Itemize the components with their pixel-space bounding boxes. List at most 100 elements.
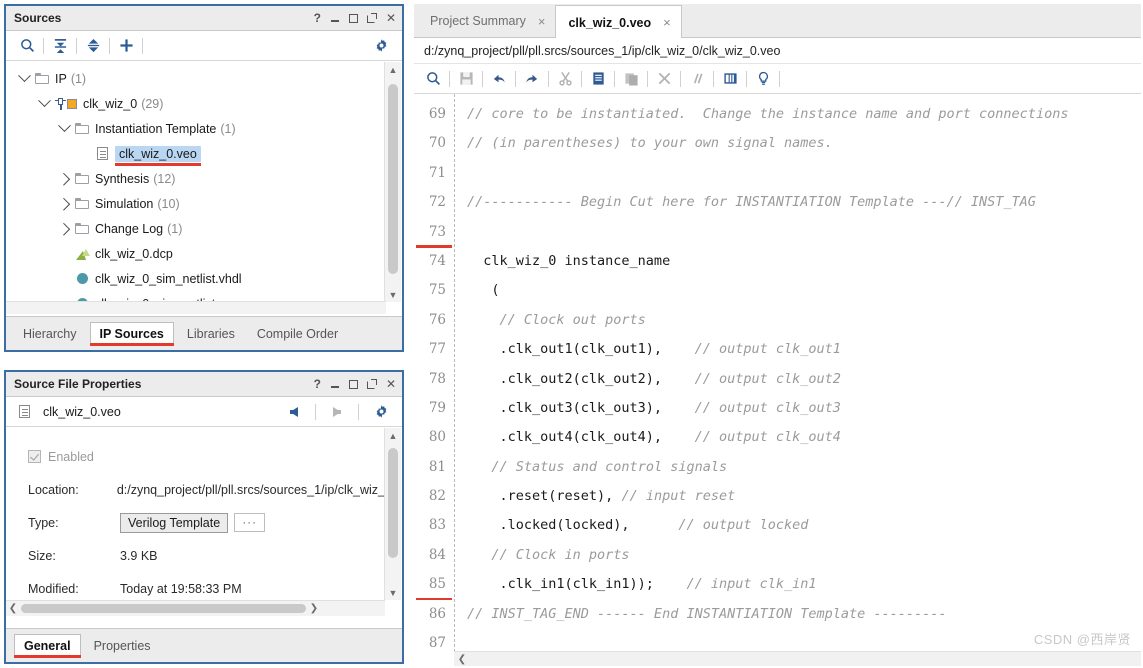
tree-item[interactable]: Instantiation Template (1) <box>6 116 385 141</box>
scroll-thumb[interactable] <box>388 84 398 274</box>
tree-item[interactable]: Simulation (10) <box>6 191 385 216</box>
scroll-down-arrow[interactable]: ▼ <box>385 585 401 600</box>
tree-item[interactable]: Change Log (1) <box>6 216 385 241</box>
scroll-thumb[interactable] <box>21 604 306 613</box>
save-icon[interactable] <box>453 67 479 91</box>
redo-icon[interactable] <box>519 67 545 91</box>
tree-item-label[interactable]: Simulation <box>95 197 153 211</box>
code-line[interactable]: // Clock out ports <box>455 306 1141 335</box>
column-view-icon[interactable] <box>717 67 743 91</box>
expand-all-icon[interactable] <box>80 34 106 58</box>
forward-button[interactable] <box>325 401 349 423</box>
float-icon[interactable] <box>366 13 377 23</box>
close-icon[interactable]: ✕ <box>386 378 396 390</box>
tree-item[interactable]: clk_wiz_0 (29) <box>6 91 385 116</box>
help-icon[interactable]: ? <box>314 378 321 390</box>
cut-icon[interactable] <box>552 67 578 91</box>
code-line[interactable]: .clk_out4(clk_out4), // output clk_out4 <box>455 423 1141 452</box>
tree-item-label[interactable]: clk_wiz_0.dcp <box>95 247 173 261</box>
close-icon[interactable]: × <box>538 14 546 29</box>
tab-properties[interactable]: Properties <box>85 635 160 657</box>
chevron-right-icon[interactable] <box>56 172 72 186</box>
help-icon[interactable]: ? <box>314 12 321 24</box>
settings-gear-icon[interactable] <box>368 400 394 424</box>
properties-vertical-scrollbar[interactable]: ▲ ▼ <box>384 428 401 600</box>
scroll-down-arrow[interactable]: ▼ <box>385 287 401 302</box>
tree-item-label[interactable]: clk_wiz_0.veo <box>115 145 201 166</box>
code-line[interactable]: // Status and control signals <box>455 453 1141 482</box>
hint-bulb-icon[interactable] <box>750 67 776 91</box>
maximize-icon[interactable] <box>348 13 358 23</box>
float-icon[interactable] <box>366 379 377 389</box>
scroll-right-arrow[interactable]: ❯ <box>307 603 321 614</box>
sources-vertical-scrollbar[interactable]: ▲ ▼ <box>384 62 401 302</box>
add-sources-icon[interactable] <box>113 34 139 58</box>
close-icon[interactable]: × <box>663 15 671 30</box>
code-line[interactable]: .clk_in1(clk_in1)); // input clk_in1 <box>455 570 1141 599</box>
tree-item-label[interactable]: clk_wiz_0 <box>83 97 137 111</box>
scroll-left-arrow[interactable]: ❮ <box>6 603 20 614</box>
chevron-down-icon[interactable] <box>16 69 32 83</box>
scroll-up-arrow[interactable]: ▲ <box>385 428 401 443</box>
paste-icon[interactable] <box>618 67 644 91</box>
editor-horizontal-scrollbar[interactable]: ❮ <box>454 651 1141 666</box>
editor-tab[interactable]: clk_wiz_0.veo × <box>555 5 682 38</box>
search-icon[interactable] <box>14 34 40 58</box>
code-line[interactable]: // core to be instantiated. Change the i… <box>455 100 1141 129</box>
code-area[interactable]: 69 70 71 72 73 74 75 76 77 78 79 80 81 82 83 84 85 86 87 /… <box>414 94 1141 652</box>
code-lines[interactable]: // core to be instantiated. Change the i… <box>454 94 1141 652</box>
code-line[interactable]: .clk_out3(clk_out3), // output clk_out3 <box>455 394 1141 423</box>
code-line[interactable]: // INST_TAG_END ------ End INSTANTIATION… <box>455 600 1141 629</box>
code-line[interactable] <box>455 218 1141 247</box>
code-line[interactable]: clk_wiz_0 instance_name <box>455 247 1141 276</box>
scroll-up-arrow[interactable]: ▲ <box>385 62 401 77</box>
tab-compile-order[interactable]: Compile Order <box>248 323 347 345</box>
maximize-icon[interactable] <box>348 379 358 389</box>
code-line[interactable]: // (in parentheses) to your own signal n… <box>455 129 1141 158</box>
tree-item[interactable]: clk_wiz_0.dcp <box>6 241 385 266</box>
code-line[interactable] <box>455 159 1141 188</box>
tab-libraries[interactable]: Libraries <box>178 323 244 345</box>
scroll-thumb[interactable] <box>388 448 398 558</box>
tree-item[interactable]: Synthesis (12) <box>6 166 385 191</box>
chevron-down-icon[interactable] <box>36 94 52 108</box>
minimize-icon[interactable] <box>330 13 340 24</box>
copy-icon[interactable] <box>585 67 611 91</box>
chevron-right-icon[interactable] <box>56 222 72 236</box>
tab-hierarchy[interactable]: Hierarchy <box>14 323 86 345</box>
close-icon[interactable]: ✕ <box>386 12 396 24</box>
undo-icon[interactable] <box>486 67 512 91</box>
tree-item-label[interactable]: Instantiation Template <box>95 122 216 136</box>
collapse-all-icon[interactable] <box>47 34 73 58</box>
tree-item-label[interactable]: Change Log <box>95 222 163 236</box>
back-button[interactable] <box>282 401 306 423</box>
chevron-right-icon[interactable] <box>56 197 72 211</box>
code-line[interactable]: // Clock in ports <box>455 541 1141 570</box>
tree-item-label[interactable]: clk_wiz_0_sim_netlist.vhdl <box>95 272 242 286</box>
type-combo[interactable]: Verilog Template <box>120 512 229 533</box>
code-line[interactable]: ( <box>455 276 1141 305</box>
scroll-left-arrow[interactable]: ❮ <box>454 654 470 665</box>
settings-gear-icon[interactable] <box>368 34 394 58</box>
code-line[interactable]: .clk_out2(clk_out2), // output clk_out2 <box>455 365 1141 394</box>
tree-item[interactable]: clk_wiz_0_sim_netlist.vhdl <box>6 266 385 291</box>
editor-tab[interactable]: Project Summary × <box>418 4 555 37</box>
code-line[interactable]: .clk_out1(clk_out1), // output clk_out1 <box>455 335 1141 364</box>
properties-horizontal-scrollbar[interactable]: ❮ ❯ <box>6 600 385 616</box>
tab-ip-sources[interactable]: IP Sources <box>89 321 174 346</box>
tree-item-label[interactable]: IP <box>55 72 67 86</box>
toggle-comment-icon[interactable] <box>684 67 710 91</box>
code-line[interactable]: .reset(reset), // input reset <box>455 482 1141 511</box>
delete-icon[interactable] <box>651 67 677 91</box>
sources-horizontal-scrollbar[interactable] <box>6 301 386 314</box>
tree-item[interactable]: clk_wiz_0.veo <box>6 141 385 166</box>
find-icon[interactable] <box>420 67 446 91</box>
minimize-icon[interactable] <box>330 379 340 390</box>
browse-button[interactable]: ··· <box>234 513 266 532</box>
enabled-checkbox[interactable] <box>28 450 41 463</box>
sources-tree[interactable]: IP (1) clk_wiz_0 (29) Instantiation Template… <box>6 62 385 302</box>
tree-item[interactable]: IP (1) <box>6 66 385 91</box>
chevron-down-icon[interactable] <box>56 119 72 133</box>
tab-general[interactable]: General <box>14 633 81 658</box>
code-line[interactable]: .locked(locked), // output locked <box>455 511 1141 540</box>
